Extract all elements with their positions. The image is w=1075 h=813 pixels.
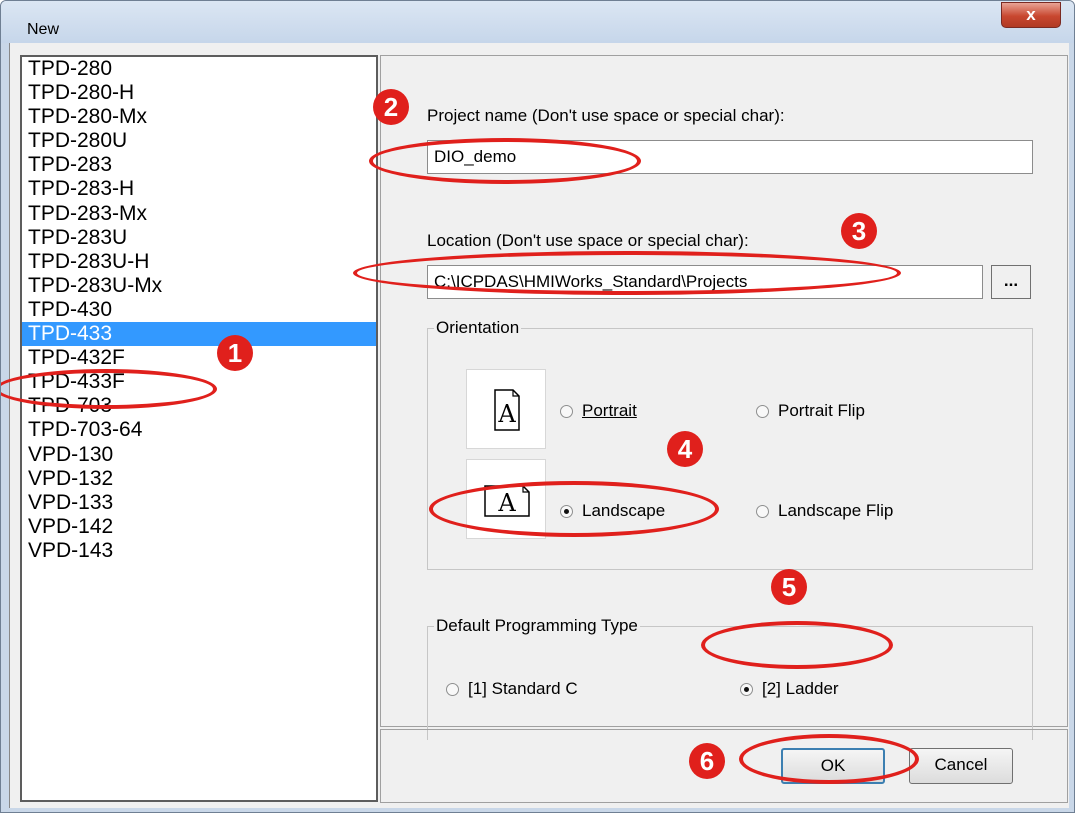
portrait-label[interactable]: Portrait (582, 401, 637, 421)
device-list-item[interactable]: TPD-283U-Mx (22, 274, 376, 298)
ladder-label[interactable]: [2] Ladder (762, 679, 839, 699)
programming-type-title: Default Programming Type (434, 616, 640, 636)
highlight-ellipse-device (1, 369, 217, 409)
step-3-badge: 3 (841, 213, 877, 249)
device-list-item[interactable]: VPD-130 (22, 443, 376, 467)
device-list-item[interactable]: TPD-283-Mx (22, 202, 376, 226)
highlight-ellipse-ladder (701, 621, 893, 669)
dialog-title: New (27, 21, 60, 38)
landscape-flip-label[interactable]: Landscape Flip (778, 501, 893, 521)
device-list-item[interactable]: VPD-142 (22, 515, 376, 539)
highlight-ellipse-project-name (369, 138, 641, 184)
device-list-item[interactable]: TPD-283U-H (22, 250, 376, 274)
device-list-item[interactable]: TPD-433 (22, 322, 376, 347)
landscape-flip-radio[interactable] (756, 505, 769, 518)
ladder-radio[interactable] (740, 683, 753, 696)
step-5-badge: 5 (771, 569, 807, 605)
device-list-item[interactable]: TPD-432F (22, 346, 376, 370)
standard-c-radio[interactable] (446, 683, 459, 696)
device-list-item[interactable]: VPD-133 (22, 491, 376, 515)
portrait-glyph: A (497, 400, 516, 428)
new-project-dialog: New x TPD-280 TPD-280-H TPD-280-Mx TPD-280U… (0, 0, 1075, 813)
step-1-badge: 1 (217, 335, 253, 371)
standard-c-label[interactable]: [1] Standard C (468, 679, 578, 699)
browse-button[interactable]: ... (991, 265, 1031, 299)
device-list-item[interactable]: VPD-143 (22, 539, 376, 563)
title-bar: New x (1, 1, 1074, 43)
highlight-ellipse-ok (739, 734, 919, 784)
device-list-item[interactable]: TPD-703-64 (22, 418, 376, 442)
project-name-label: Project name (Don't use space or special… (427, 106, 785, 125)
step-4-badge: 4 (667, 431, 703, 467)
highlight-ellipse-location (353, 251, 901, 295)
cancel-button[interactable]: Cancel (909, 748, 1013, 784)
device-list-item[interactable]: TPD-283-H (22, 177, 376, 201)
device-list-item[interactable]: TPD-283 (22, 153, 376, 177)
step-6-badge: 6 (689, 743, 725, 779)
close-button[interactable]: x (1001, 2, 1061, 28)
portrait-flip-radio[interactable] (756, 405, 769, 418)
portrait-flip-label[interactable]: Portrait Flip (778, 401, 865, 421)
orientation-group-title: Orientation (434, 318, 522, 338)
device-list-item[interactable]: TPD-430 (22, 298, 376, 322)
step-2-badge: 2 (373, 89, 409, 125)
device-list-item[interactable]: TPD-280U (22, 129, 376, 153)
location-label: Location (Don't use space or special cha… (427, 231, 749, 250)
highlight-ellipse-landscape (429, 481, 719, 537)
portrait-radio[interactable] (560, 405, 573, 418)
device-list-item[interactable]: TPD-280 (22, 57, 376, 81)
device-list-item[interactable]: TPD-280-Mx (22, 105, 376, 129)
device-list-item[interactable]: TPD-283U (22, 226, 376, 250)
portrait-icon: A (466, 369, 546, 449)
device-model-list[interactable]: TPD-280 TPD-280-H TPD-280-Mx TPD-280U TPD-28… (20, 55, 378, 802)
device-list-item[interactable]: TPD-280-H (22, 81, 376, 105)
device-list-item[interactable]: VPD-132 (22, 467, 376, 491)
